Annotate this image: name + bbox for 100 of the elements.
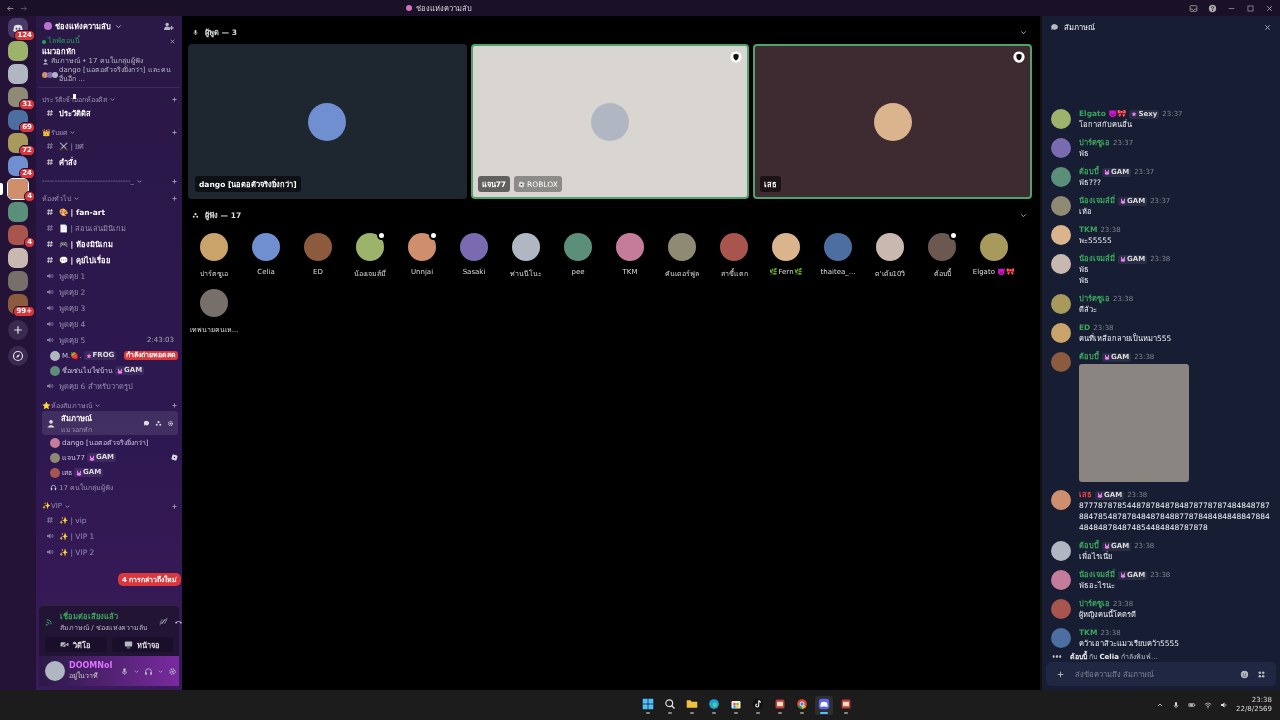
avatar — [50, 467, 60, 478]
game-icon — [518, 180, 526, 188]
speaker-icon — [46, 532, 54, 540]
plus-icon[interactable] — [171, 177, 178, 185]
microphone-icon[interactable] — [120, 666, 130, 676]
star-icon — [1131, 111, 1138, 117]
status-badge — [429, 231, 438, 240]
wifi-icon[interactable] — [1204, 701, 1213, 709]
close-icon[interactable] — [1263, 22, 1272, 32]
server-icon[interactable] — [8, 248, 28, 268]
avatar — [1051, 490, 1071, 510]
invite-icon[interactable] — [163, 20, 174, 32]
close-icon[interactable] — [1265, 3, 1274, 13]
avatar — [50, 365, 60, 376]
server-icon[interactable] — [8, 41, 28, 61]
chevron-icon — [73, 194, 80, 202]
camera-off-icon — [60, 640, 70, 649]
people-icon — [192, 211, 199, 219]
avatar — [1051, 138, 1071, 158]
speaker-icon — [46, 272, 54, 280]
chevron-up-icon[interactable] — [1156, 701, 1165, 709]
hash-icon — [46, 256, 54, 264]
plus-icon[interactable] — [1056, 669, 1065, 679]
plus-icon[interactable] — [171, 95, 178, 103]
speaker-icon — [46, 304, 54, 312]
plus-icon[interactable] — [171, 194, 178, 202]
avatar — [1051, 109, 1071, 129]
avatar — [1051, 167, 1071, 187]
bunny-icon — [117, 367, 123, 374]
people-icon[interactable] — [155, 419, 162, 427]
chat-bubble-icon[interactable] — [143, 419, 150, 427]
bunny-icon — [1104, 354, 1110, 360]
bunny-icon — [88, 454, 95, 461]
browser-icon — [708, 697, 721, 710]
discover-button[interactable] — [8, 346, 28, 366]
folder-icon — [686, 697, 699, 710]
inbox-icon[interactable] — [1189, 3, 1198, 13]
live-dot — [42, 39, 46, 44]
bunny-icon — [1120, 572, 1126, 578]
hash-icon — [46, 109, 54, 117]
back-arrow-icon[interactable] — [6, 3, 15, 13]
hash-icon — [46, 224, 54, 232]
bunny-icon — [1120, 256, 1126, 262]
avatar — [45, 661, 65, 681]
stage-icon — [42, 58, 49, 65]
plus-icon — [12, 324, 24, 336]
noise-suppression-icon[interactable] — [158, 617, 168, 626]
typing-indicator-icon — [1052, 655, 1062, 658]
avatar-stack — [42, 72, 57, 78]
microphone-icon — [192, 28, 199, 36]
status-badge — [377, 231, 386, 240]
volume-icon[interactable] — [1220, 701, 1229, 709]
speaker-icon — [46, 548, 54, 556]
plus-icon[interactable] — [171, 128, 178, 136]
server-icon — [44, 22, 52, 30]
app-icon — [774, 697, 787, 710]
speaker-icon — [46, 336, 54, 344]
bunny-icon — [1104, 169, 1110, 175]
headphones-icon[interactable] — [144, 666, 154, 676]
chat-bubble-icon — [1050, 22, 1059, 32]
apps-icon[interactable] — [1257, 669, 1266, 679]
microphone-icon[interactable] — [1172, 701, 1181, 709]
battery-icon[interactable] — [1188, 701, 1197, 709]
plus-icon[interactable] — [171, 502, 178, 510]
taskbar-button[interactable] — [815, 695, 834, 715]
avatar — [1051, 599, 1071, 619]
help-icon[interactable] — [1208, 3, 1217, 13]
username[interactable]: DOOMNoI — [69, 661, 113, 670]
app-icon — [840, 697, 853, 710]
avatar — [50, 437, 60, 448]
maximize-icon[interactable] — [1246, 3, 1255, 13]
stage-icon — [46, 418, 56, 428]
bunny-icon — [1104, 543, 1110, 549]
speaker-icon — [46, 320, 54, 328]
avatar — [1051, 541, 1071, 561]
avatar — [1051, 628, 1071, 648]
signal-icon — [45, 617, 54, 626]
settings-icon[interactable] — [168, 666, 178, 676]
settings-icon[interactable] — [167, 419, 174, 427]
chevron-icon — [69, 128, 76, 136]
windows-icon — [642, 697, 655, 710]
bunny-icon — [76, 469, 82, 476]
chevron-icon — [64, 502, 72, 510]
avatar — [50, 452, 60, 463]
avatar — [1051, 225, 1071, 245]
emoji-icon[interactable] — [1240, 669, 1249, 679]
server-icon[interactable] — [8, 64, 28, 84]
headphones-icon — [50, 484, 57, 491]
hash-icon — [46, 240, 54, 248]
avatar — [50, 350, 60, 361]
close-icon[interactable] — [169, 38, 176, 45]
add-server-button[interactable] — [8, 320, 28, 340]
avatar — [873, 102, 912, 141]
chevron-icon[interactable] — [133, 667, 141, 675]
plus-icon[interactable] — [171, 401, 178, 409]
avatar — [1051, 570, 1071, 590]
music-note-icon — [752, 697, 765, 710]
screen-icon — [124, 640, 134, 649]
chrome-icon — [796, 697, 809, 710]
avatar — [308, 102, 347, 141]
